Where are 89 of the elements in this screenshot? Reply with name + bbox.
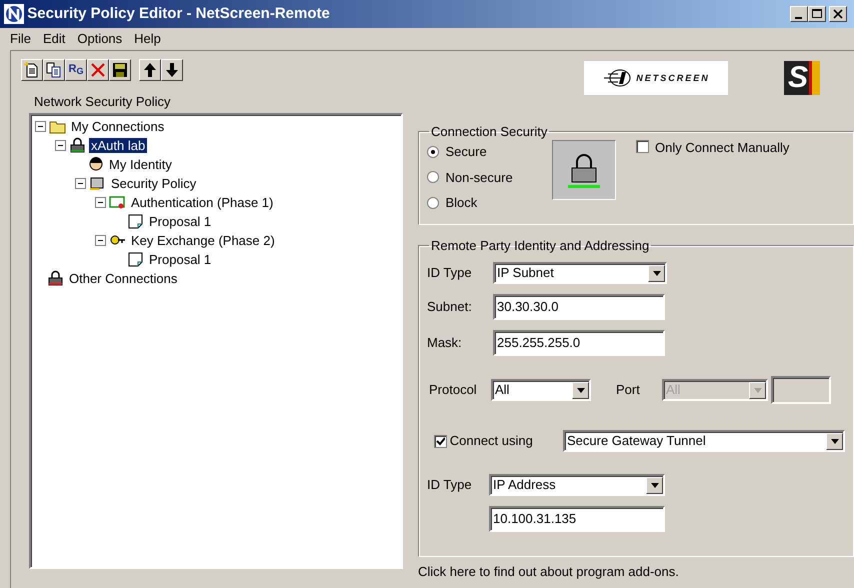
dropdown-value: Secure Gateway Tunnel	[567, 433, 706, 449]
tree-item[interactable]: My Connections	[69, 118, 166, 134]
tree-heading: Network Security Policy	[34, 94, 172, 110]
radio-label: Non-secure	[446, 170, 513, 186]
caret-icon	[576, 388, 584, 392]
maximize-button[interactable]	[808, 6, 826, 22]
field-label: ID Type	[427, 265, 473, 281]
dropdown-button[interactable]	[646, 476, 663, 494]
checkbox[interactable]	[434, 434, 446, 448]
collapse-toggle[interactable]	[55, 140, 66, 151]
delete-icon	[89, 61, 107, 79]
tree-item[interactable]: xAuth lab	[89, 138, 148, 154]
field-label: ID Type	[427, 477, 473, 493]
save-icon	[111, 61, 129, 79]
copy-button[interactable]	[43, 59, 65, 81]
minimize-icon	[795, 17, 802, 19]
mask-field[interactable]: 255.255.255.0	[493, 330, 665, 356]
tree-item[interactable]: Proposal 1	[147, 214, 214, 230]
copy-icon	[45, 61, 63, 79]
close-icon	[830, 7, 845, 21]
collapse-toggle[interactable]	[35, 120, 46, 132]
gateway-id-type-dropdown[interactable]: IP Address	[489, 474, 665, 496]
menu-item[interactable]: Edit	[36, 31, 72, 47]
up-arrow-button[interactable]	[139, 59, 161, 81]
padlock-icon	[47, 270, 64, 286]
checkbox-label: Connect using	[450, 433, 533, 449]
id-type-dropdown[interactable]: IP Subnet	[493, 262, 667, 284]
tree-item[interactable]: Other Connections	[67, 270, 180, 286]
app-icon[interactable]	[4, 4, 24, 24]
group-title: Connection Security	[430, 125, 548, 138]
dropdown-button[interactable]	[648, 264, 665, 282]
port-field	[771, 376, 832, 404]
collapse-toggle[interactable]	[95, 234, 106, 246]
field-label: Mask:	[427, 335, 463, 351]
minimize-button[interactable]	[790, 6, 808, 22]
tree-item[interactable]: Proposal 1	[147, 252, 214, 268]
collapse-toggle[interactable]	[75, 178, 86, 189]
caret-icon	[652, 270, 660, 276]
gateway-address-field[interactable]: 10.100.31.135	[489, 506, 665, 532]
field-label: Subnet:	[427, 299, 473, 315]
collapse-toggle[interactable]	[95, 196, 106, 208]
caret-icon	[754, 388, 762, 392]
radio-button[interactable]	[427, 171, 439, 184]
new-document-button[interactable]	[21, 59, 43, 81]
down-arrow-button[interactable]	[161, 59, 183, 81]
field-label: Protocol	[428, 382, 478, 398]
menu-item[interactable]: Help	[128, 31, 167, 47]
menu-item[interactable]: Options	[71, 31, 128, 47]
tree-item[interactable]: My Identity	[107, 156, 174, 172]
brand-name: NETSCREEN	[636, 72, 710, 84]
delete-button[interactable]	[87, 59, 109, 81]
checkbox[interactable]	[636, 140, 648, 153]
document-icon	[127, 251, 144, 268]
check-icon	[436, 436, 444, 446]
certificate-icon	[109, 194, 126, 210]
radio-button[interactable]	[427, 196, 439, 209]
dropdown-value: All	[495, 382, 510, 398]
rule-groups-button[interactable]: R$_{G}$	[65, 59, 87, 81]
radio-label: Block	[446, 195, 478, 211]
radio-label: Secure	[446, 144, 487, 160]
save-button[interactable]	[109, 59, 131, 81]
badge-logo: S	[784, 61, 820, 95]
field-label: Port	[616, 382, 641, 398]
menu-item[interactable]: File	[4, 31, 37, 47]
checkbox-label: Only Connect Manually	[655, 140, 790, 156]
dropdown-button[interactable]	[826, 432, 843, 450]
padlock-icon	[69, 137, 86, 154]
add-ons-link[interactable]: Click here to find out about program add-ons.	[418, 564, 854, 580]
window-title: Security Policy Editor - NetScreen-Remote	[27, 5, 331, 23]
down-arrow-icon	[163, 61, 181, 79]
group-title: Remote Party Identity and Addressing	[430, 239, 650, 252]
protocol-dropdown[interactable]: All	[491, 379, 591, 401]
dropdown-value: IP Address	[493, 477, 556, 493]
document-icon	[127, 213, 144, 230]
tree-item[interactable]: Authentication (Phase 1)	[129, 194, 276, 210]
caret-icon	[830, 438, 838, 444]
tree-item[interactable]: Security Policy	[109, 176, 198, 192]
dropdown-button[interactable]	[572, 382, 589, 398]
globe-icon	[602, 68, 632, 88]
radio-button[interactable]	[427, 146, 439, 158]
caret-icon	[650, 482, 658, 488]
up-arrow-icon	[141, 61, 159, 79]
dropdown-value: IP Subnet	[497, 265, 554, 281]
maximize-icon	[810, 7, 824, 21]
tree-item[interactable]: Key Exchange (Phase 2)	[129, 232, 277, 248]
subnet-field[interactable]: 30.30.30.0	[493, 294, 665, 320]
connection-type-dropdown[interactable]: Secure Gateway Tunnel	[563, 430, 845, 452]
close-button[interactable]	[828, 6, 847, 22]
padlock-button[interactable]	[552, 140, 616, 200]
